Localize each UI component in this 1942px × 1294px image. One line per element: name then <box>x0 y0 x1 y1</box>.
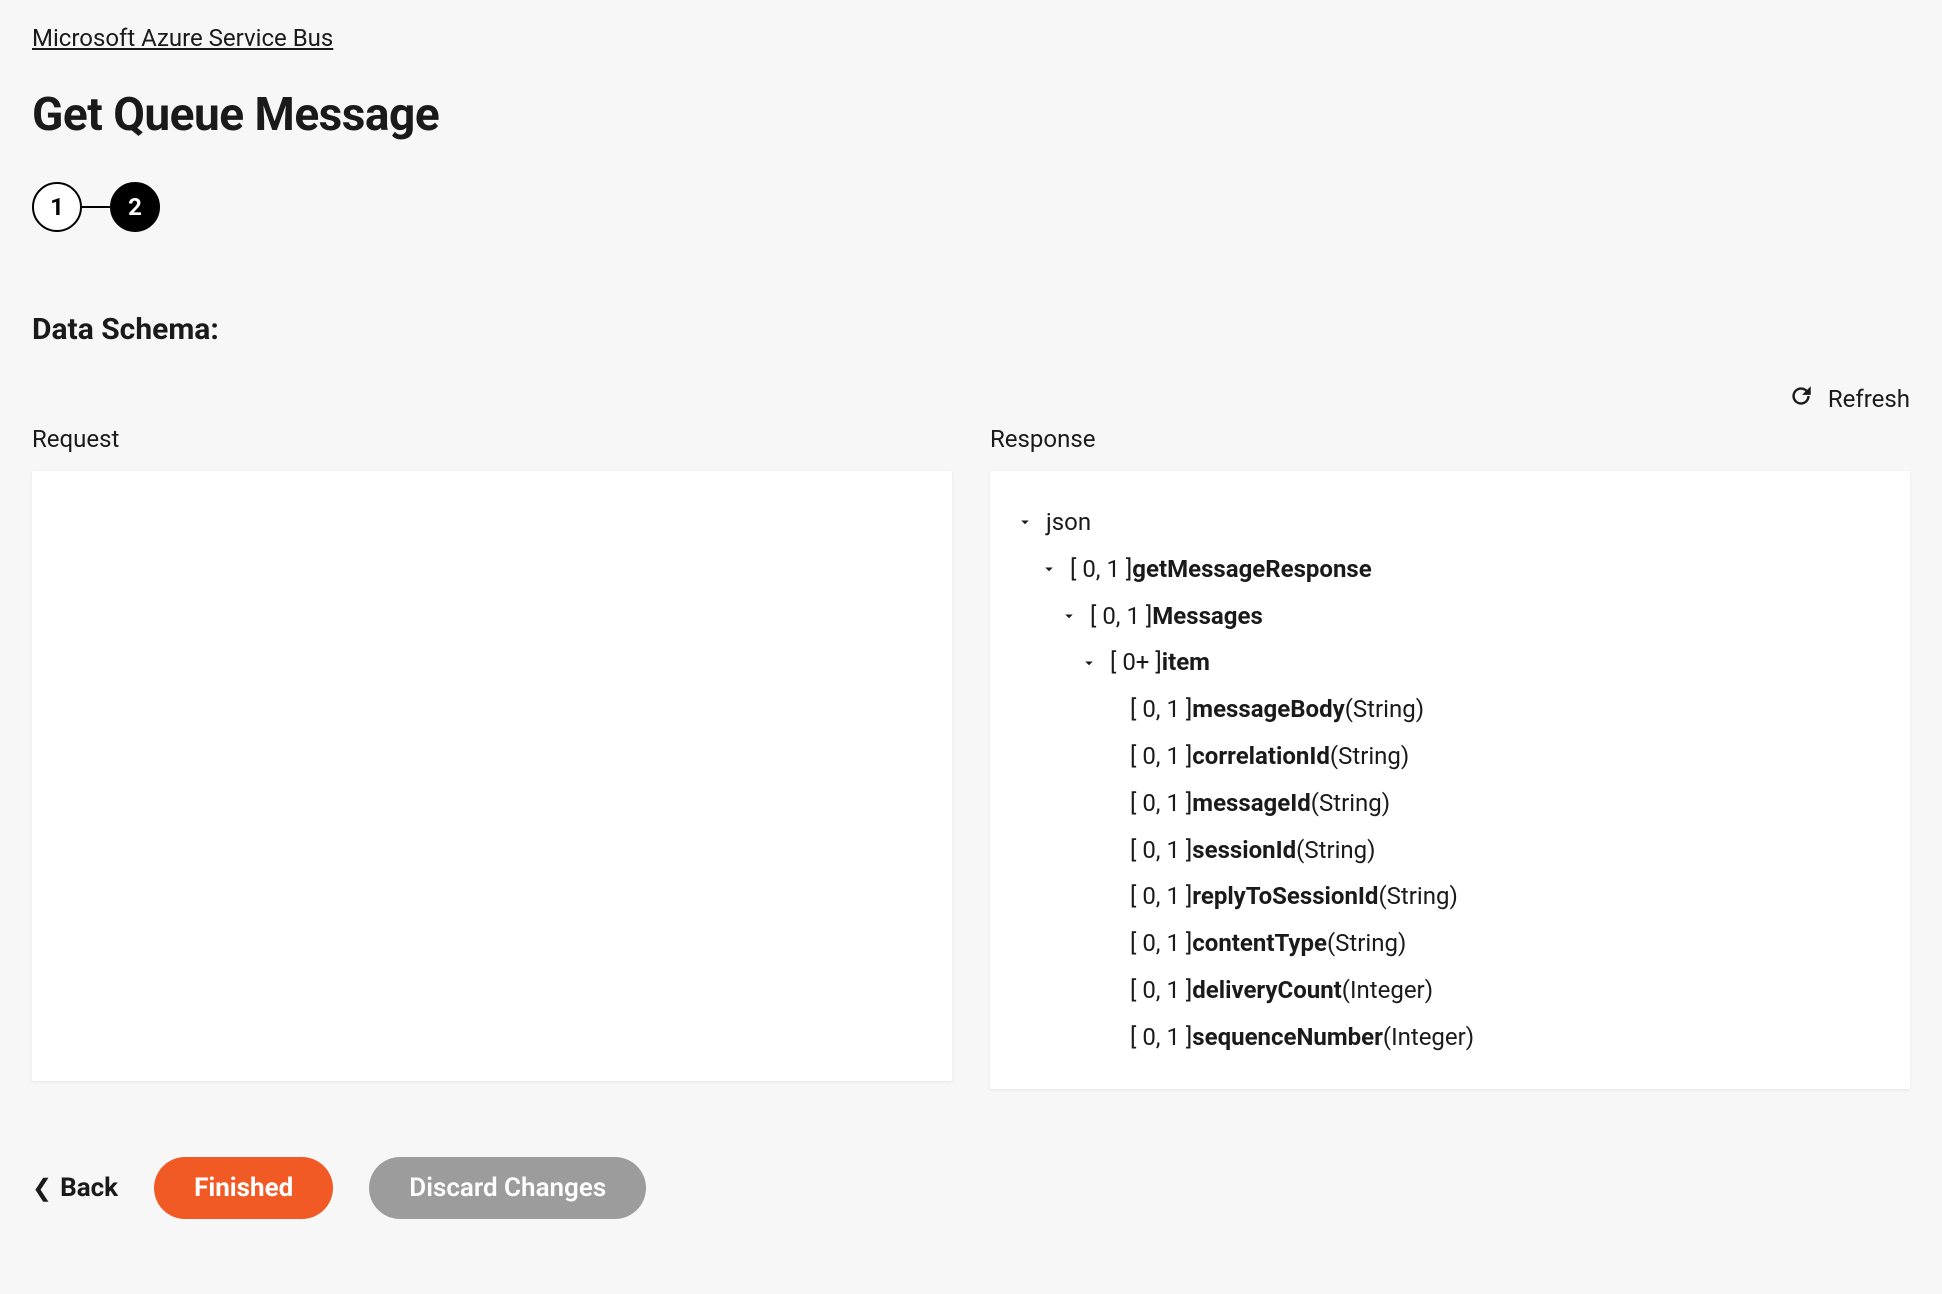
refresh-icon <box>1788 383 1814 415</box>
tree-node-json[interactable]: json <box>1014 499 1886 546</box>
tree-node-cardinality: [ 0, 1 ] <box>1070 546 1132 593</box>
chevron-down-icon <box>1014 511 1036 533</box>
tree-node-name: Messages <box>1152 593 1262 640</box>
breadcrumb[interactable]: Microsoft Azure Service Bus <box>32 24 333 52</box>
tree-leaf-name: contentType <box>1192 920 1327 967</box>
request-panel: Request <box>32 425 952 1089</box>
back-button[interactable]: ❮ Back <box>32 1173 118 1203</box>
tree-leaf-cardinality: [ 0, 1 ] <box>1130 686 1192 733</box>
stepper: 1 2 <box>32 182 1910 232</box>
tree-leaf-name: messageId <box>1192 780 1310 827</box>
tree-leaf[interactable]: [ 0, 1 ] deliveryCount (Integer) <box>1014 967 1886 1014</box>
tree-leaf-name: replyToSessionId <box>1192 873 1378 920</box>
chevron-down-icon <box>1038 558 1060 580</box>
finished-button[interactable]: Finished <box>154 1157 333 1219</box>
step-1[interactable]: 1 <box>32 182 82 232</box>
chevron-down-icon <box>1078 652 1100 674</box>
tree-leaf-name: sessionId <box>1192 827 1296 874</box>
tree-leaf-cardinality: [ 0, 1 ] <box>1130 920 1192 967</box>
request-body <box>32 471 952 1081</box>
response-tree: json [ 0, 1 ] getMessageResponse [ 0, 1 … <box>1014 499 1886 1061</box>
refresh-button[interactable]: Refresh <box>1788 383 1910 415</box>
tree-leaf-name: sequenceNumber <box>1192 1014 1383 1061</box>
tree-leaf-type: (String) <box>1345 686 1424 733</box>
back-label: Back <box>60 1173 118 1203</box>
step-2[interactable]: 2 <box>110 182 160 232</box>
refresh-label: Refresh <box>1828 385 1910 413</box>
response-label: Response <box>990 425 1910 453</box>
tree-leaf-cardinality: [ 0, 1 ] <box>1130 733 1192 780</box>
tree-leaf-type: (String) <box>1330 733 1409 780</box>
chevron-down-icon <box>1058 605 1080 627</box>
response-panel: Response json [ 0, 1 ] getMessageRespons… <box>990 425 1910 1089</box>
tree-leaf[interactable]: [ 0, 1 ] messageId (String) <box>1014 780 1886 827</box>
tree-node-getMessageResponse[interactable]: [ 0, 1 ] getMessageResponse <box>1014 546 1886 593</box>
tree-leaf[interactable]: [ 0, 1 ] messageBody (String) <box>1014 686 1886 733</box>
tree-leaf[interactable]: [ 0, 1 ] contentType (String) <box>1014 920 1886 967</box>
tree-leaf[interactable]: [ 0, 1 ] replyToSessionId (String) <box>1014 873 1886 920</box>
tree-node-cardinality: [ 0, 1 ] <box>1090 593 1152 640</box>
page-title: Get Queue Message <box>32 88 1910 142</box>
tree-leaf[interactable]: [ 0, 1 ] sessionId (String) <box>1014 827 1886 874</box>
tree-node-messages[interactable]: [ 0, 1 ] Messages <box>1014 593 1886 640</box>
request-label: Request <box>32 425 952 453</box>
tree-leaf-type: (String) <box>1378 873 1457 920</box>
tree-leaf[interactable]: [ 0, 1 ] sequenceNumber (Integer) <box>1014 1014 1886 1061</box>
tree-node-cardinality: [ 0+ ] <box>1110 639 1162 686</box>
tree-leaf-type: (String) <box>1311 780 1390 827</box>
tree-leaf-type: (Integer) <box>1383 1014 1474 1061</box>
tree-node-name: item <box>1162 639 1210 686</box>
tree-node-name: getMessageResponse <box>1132 546 1371 593</box>
tree-node-label: json <box>1046 499 1091 546</box>
data-schema-heading: Data Schema: <box>32 312 1910 347</box>
tree-leaf-type: (String) <box>1296 827 1375 874</box>
discard-changes-button[interactable]: Discard Changes <box>369 1157 646 1219</box>
tree-leaf-cardinality: [ 0, 1 ] <box>1130 967 1192 1014</box>
tree-node-item[interactable]: [ 0+ ] item <box>1014 639 1886 686</box>
tree-leaf-name: deliveryCount <box>1192 967 1341 1014</box>
response-body: json [ 0, 1 ] getMessageResponse [ 0, 1 … <box>990 471 1910 1089</box>
tree-leaf-name: messageBody <box>1192 686 1344 733</box>
tree-leaf-cardinality: [ 0, 1 ] <box>1130 873 1192 920</box>
tree-leaf-cardinality: [ 0, 1 ] <box>1130 827 1192 874</box>
tree-leaf[interactable]: [ 0, 1 ] correlationId (String) <box>1014 733 1886 780</box>
tree-leaf-cardinality: [ 0, 1 ] <box>1130 780 1192 827</box>
tree-leaf-name: correlationId <box>1192 733 1330 780</box>
tree-leaf-type: (String) <box>1327 920 1406 967</box>
step-connector <box>82 206 110 208</box>
tree-leaf-type: (Integer) <box>1342 967 1433 1014</box>
chevron-left-icon: ❮ <box>32 1176 52 1200</box>
footer-actions: ❮ Back Finished Discard Changes <box>32 1157 1910 1219</box>
tree-leaf-cardinality: [ 0, 1 ] <box>1130 1014 1192 1061</box>
